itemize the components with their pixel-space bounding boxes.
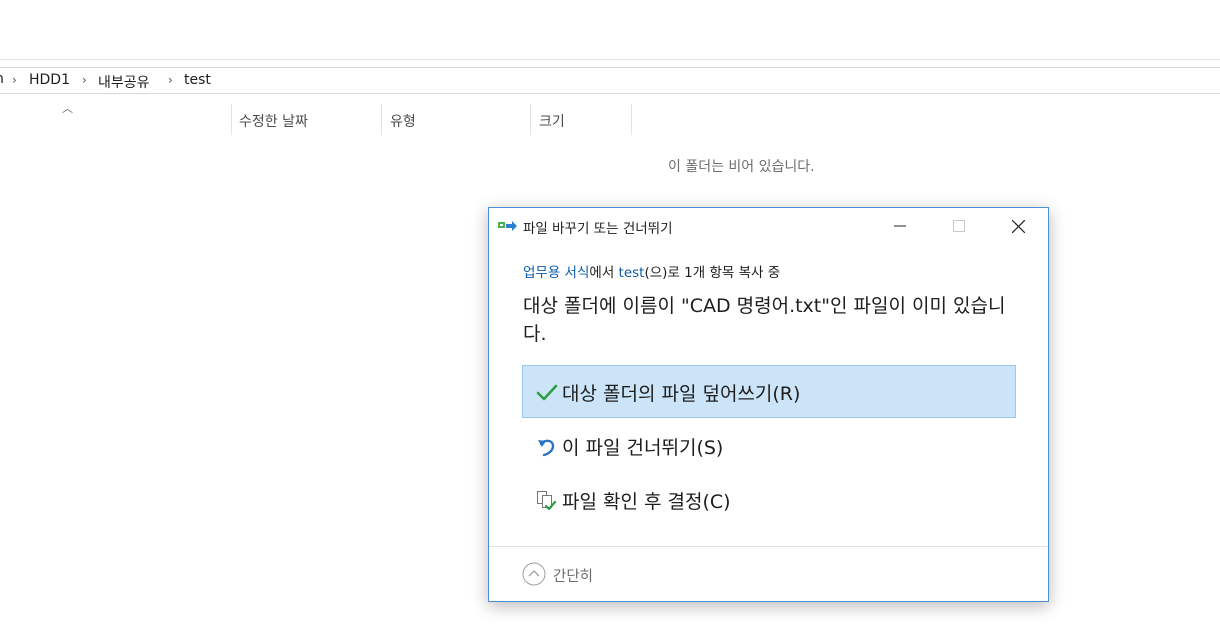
chevron-right-icon[interactable]: ›: [168, 73, 173, 87]
empty-folder-message: 이 폴더는 비어 있습니다.: [668, 159, 815, 175]
column-divider[interactable]: [381, 104, 382, 135]
truncated-crumb: n: [0, 71, 4, 87]
column-header-size[interactable]: 크기: [539, 111, 565, 131]
close-icon: [1012, 220, 1025, 233]
checkmark-icon: [536, 384, 558, 401]
column-divider[interactable]: [231, 104, 232, 135]
replace-file-label: 대상 폴더의 파일 덮어쓰기(R): [562, 383, 801, 405]
copy-files-icon: [498, 221, 517, 231]
dialog-titlebar[interactable]: 파일 바꾸기 또는 건너뛰기: [489, 208, 1048, 244]
address-bar[interactable]: n › HDD1 › 내부공유 › test: [0, 67, 1220, 94]
compare-files-option[interactable]: 파일 확인 후 결정(C): [522, 473, 1016, 526]
copy-status-text: 에서: [589, 265, 619, 281]
column-header-type[interactable]: 유형: [390, 111, 416, 131]
destination-folder-link[interactable]: test: [619, 265, 645, 281]
compare-files-icon: [537, 491, 557, 511]
dialog-title: 파일 바꾸기 또는 건너뛰기: [523, 221, 673, 237]
fewer-details-button[interactable]: 간단히: [522, 561, 622, 589]
fewer-details-label: 간단히: [553, 569, 594, 585]
replace-file-option[interactable]: 대상 폴더의 파일 덮어쓰기(R): [522, 365, 1016, 418]
dialog-footer: 간단히: [489, 546, 1048, 603]
source-folder-link[interactable]: 업무용 서식: [523, 265, 589, 281]
column-divider[interactable]: [631, 104, 632, 135]
breadcrumb-test[interactable]: test: [184, 72, 211, 88]
breadcrumb-shared[interactable]: 내부공유: [98, 72, 150, 92]
chevron-right-icon[interactable]: ›: [82, 73, 87, 87]
undo-arrow-icon: [538, 439, 555, 457]
ribbon-divider: [0, 59, 1220, 60]
chevron-up-circle-icon: [522, 562, 546, 586]
compare-files-label: 파일 확인 후 결정(C): [562, 491, 731, 513]
skip-file-label: 이 파일 건너뛰기(S): [562, 437, 724, 459]
maximize-button[interactable]: [936, 208, 982, 244]
maximize-icon: [953, 220, 965, 232]
skip-file-option[interactable]: 이 파일 건너뛰기(S): [522, 419, 1016, 472]
close-button[interactable]: [995, 208, 1041, 244]
column-divider[interactable]: [530, 104, 531, 135]
column-header-date-modified[interactable]: 수정한 날짜: [239, 111, 308, 131]
minimize-button[interactable]: [877, 208, 923, 244]
copy-status: 업무용 서식에서 test(으)로 1개 항목 복사 중: [523, 261, 780, 281]
replace-or-skip-dialog: 파일 바꾸기 또는 건너뛰기 업무용 서식에서 test(으)로 1개 항목 복…: [488, 207, 1049, 602]
breadcrumb-hdd1[interactable]: HDD1: [29, 72, 70, 88]
chevron-right-icon[interactable]: ›: [12, 73, 17, 87]
minimize-icon: [894, 225, 906, 227]
copy-status-text: (으)로 1개 항목 복사 중: [644, 265, 781, 281]
conflict-message: 대상 폴더에 이름이 "CAD 명령어.txt"인 파일이 이미 있습니다.: [523, 295, 1006, 345]
sort-up-icon: ︿: [62, 102, 73, 115]
